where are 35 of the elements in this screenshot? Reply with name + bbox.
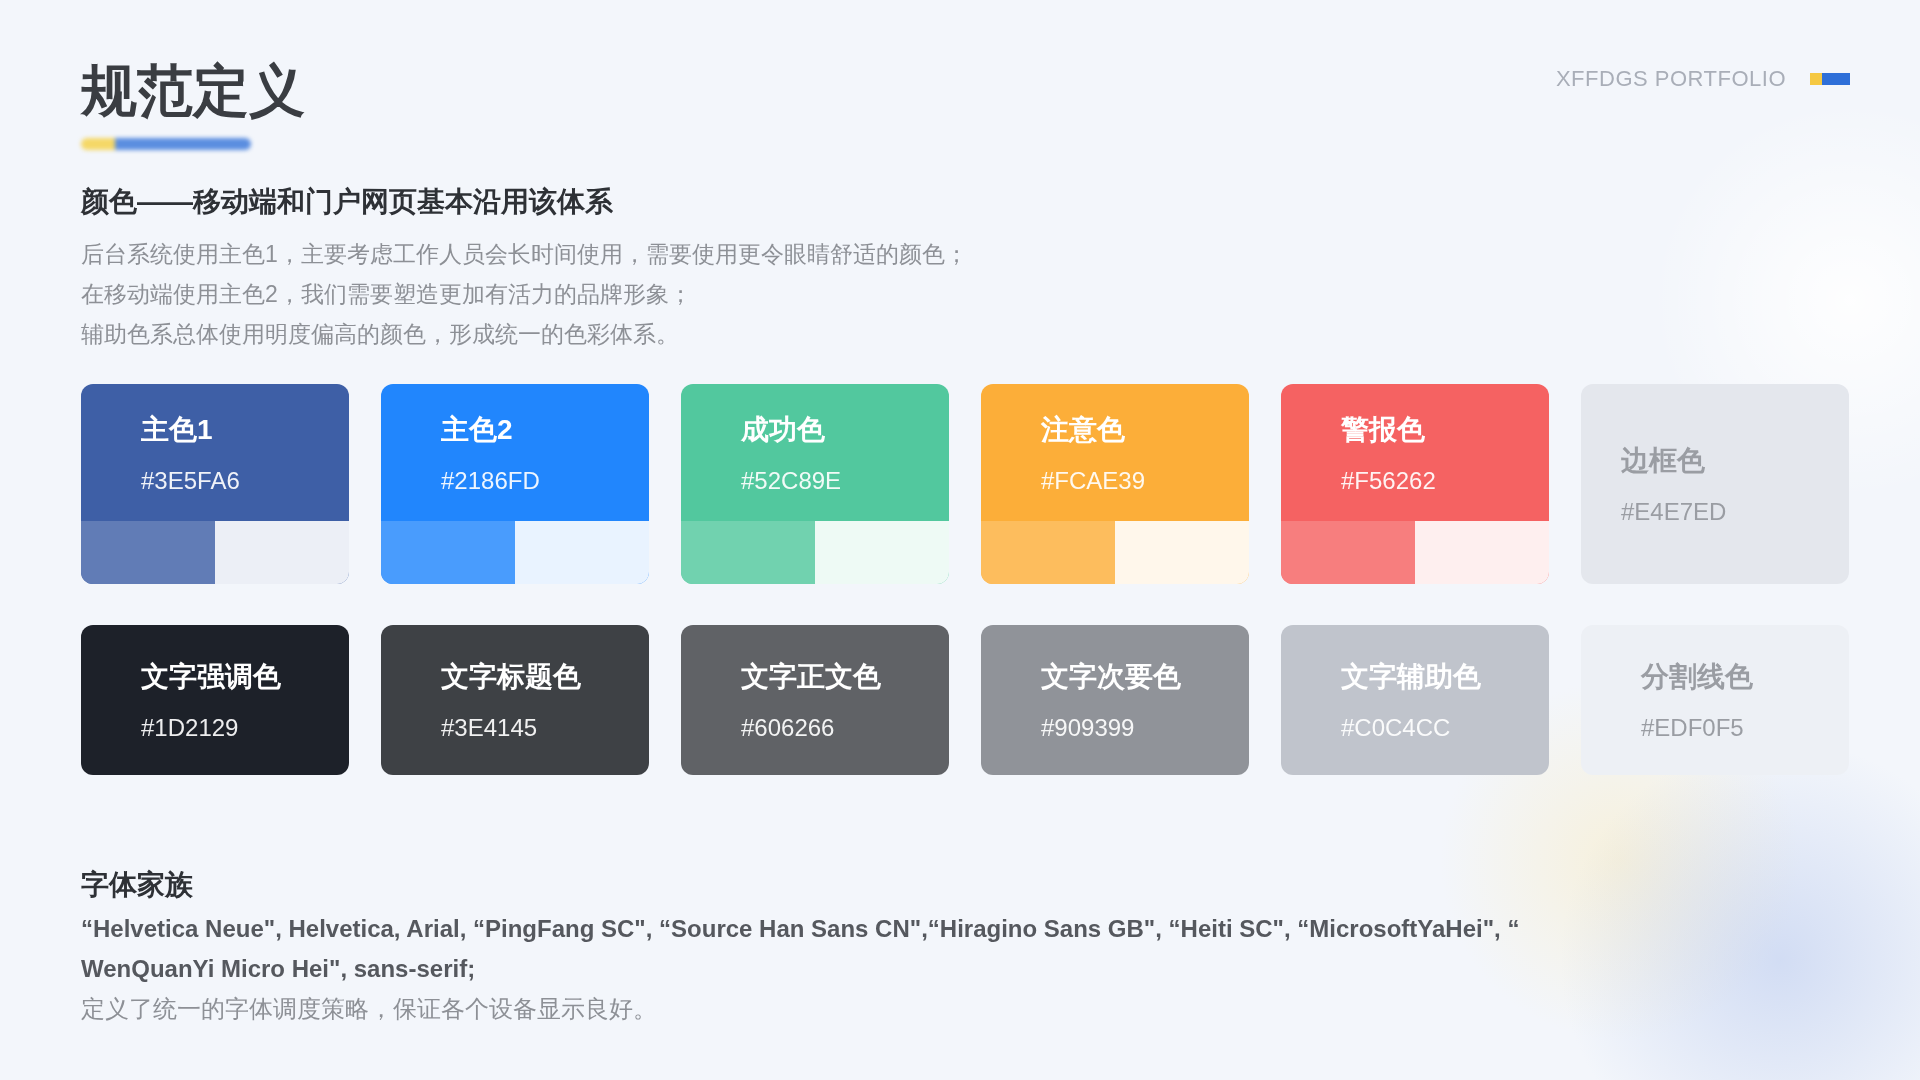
swatch-hex: #52C89E	[741, 466, 843, 495]
swatch-name: 文字辅助色	[1341, 660, 1482, 694]
swatch-name: 边框色	[1621, 444, 1706, 478]
swatch-hex: #EDF0F5	[1641, 714, 1745, 742]
section-heading: 字体家族	[81, 868, 194, 902]
swatch-name: 文字标题色	[441, 660, 582, 694]
swatch-hex: #1D2129	[141, 714, 240, 742]
swatch-hex: #3E5FA6	[141, 466, 241, 495]
brand-text: XFFDGS PORTFOLIO	[1555, 66, 1786, 92]
font-note: 定义了统一的字体调度策略，保证各个设备显示良好。	[81, 994, 658, 1024]
swatch-hex: #C0C4CC	[1341, 714, 1452, 742]
font-stack-line: WenQuanYi Micro Hei", sans-serif;	[81, 954, 477, 984]
swatch-name: 警报色	[1341, 412, 1426, 447]
page-title: 规范定义	[81, 58, 305, 124]
font-stack-line: “Helvetica Neue", Helvetica, Arial, “PingFang SC", “Source Han Sans CN",“Hiragino Sans GB", “Heiti SC", “MicrosoftYaHei", “	[81, 914, 1521, 944]
swatch-name: 注意色	[1041, 412, 1126, 447]
swatch-name: 文字强调色	[141, 660, 282, 694]
swatch-hex: #FCAE39	[1041, 466, 1147, 495]
swatch-name: 成功色	[741, 412, 826, 447]
swatch-hex: #E4E7ED	[1621, 498, 1728, 526]
flag-icon	[1810, 73, 1850, 85]
section-heading: 颜色——移动端和门户网页基本沿用该体系	[81, 185, 614, 219]
swatch-name: 文字正文色	[741, 660, 882, 694]
swatch-name: 主色2	[441, 412, 514, 447]
description-line: 辅助色系总体使用明度偏高的颜色，形成统一的色彩体系。	[81, 320, 680, 349]
swatch-hex: #3E4145	[441, 714, 539, 742]
swatch-name: 分割线色	[1641, 660, 1754, 694]
swatch-name: 文字次要色	[1041, 660, 1182, 694]
swatch-hex: #606266	[741, 714, 836, 742]
description-line: 后台系统使用主色1，主要考虑工作人员会长时间使用，需要使用更令眼睛舒适的颜色；	[81, 240, 969, 269]
swatch-hex: #F56262	[1341, 466, 1437, 495]
swatch-hex: #909399	[1041, 714, 1136, 742]
swatch-hex: #2186FD	[441, 466, 541, 495]
swatch-name: 主色1	[141, 412, 214, 447]
description-line: 在移动端使用主色2，我们需要塑造更加有活力的品牌形象；	[81, 280, 693, 309]
